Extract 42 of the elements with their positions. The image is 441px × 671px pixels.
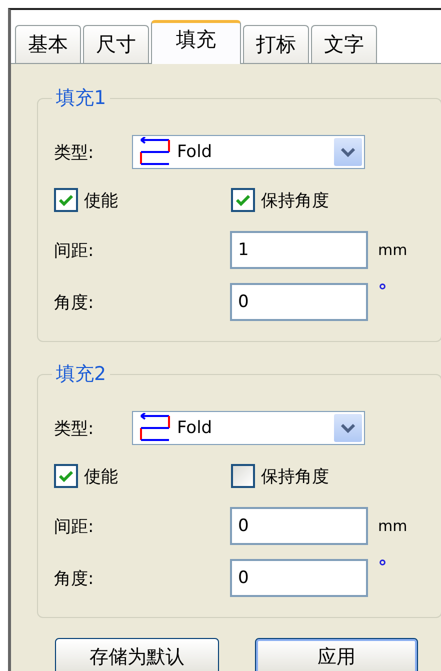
angle-input[interactable]: 0 xyxy=(230,283,368,321)
field-label: 角度: xyxy=(54,292,95,314)
checkbox[interactable] xyxy=(54,464,78,488)
apply-button[interactable]: 应用 xyxy=(255,638,418,671)
checkbox-label: 使能 xyxy=(84,466,118,488)
field-label: 类型: xyxy=(54,418,95,440)
check-icon xyxy=(59,470,73,482)
fill-type-dropdown[interactable]: Fold xyxy=(132,135,365,169)
unit-label: ° xyxy=(378,559,387,577)
dropdown-value: Fold xyxy=(177,142,214,162)
fold-pattern-icon xyxy=(139,137,171,167)
spacing-input[interactable]: 0 xyxy=(230,507,368,545)
unit-label: ° xyxy=(378,283,387,301)
tab[interactable]: 填充 xyxy=(151,20,241,64)
unit-label: mm xyxy=(378,517,408,535)
tab[interactable]: 打标 xyxy=(243,25,309,63)
checkbox[interactable] xyxy=(54,188,78,212)
checkbox-label: 保持角度 xyxy=(261,466,329,488)
check-icon xyxy=(236,194,250,206)
save-default-button[interactable]: 存储为默认 xyxy=(55,638,219,671)
chevron-down-icon xyxy=(341,424,355,432)
unit-label: mm xyxy=(378,241,408,259)
dropdown-arrow-button[interactable] xyxy=(334,414,362,442)
chevron-down-icon xyxy=(341,148,355,156)
fill-type-dropdown[interactable]: Fold xyxy=(132,411,365,445)
checkbox[interactable] xyxy=(231,464,255,488)
angle-input[interactable]: 0 xyxy=(230,559,368,597)
field-label: 角度: xyxy=(54,568,95,590)
field-label: 间距: xyxy=(54,240,95,262)
checkbox-label: 保持角度 xyxy=(261,190,329,212)
field-label: 间距: xyxy=(54,516,95,538)
fold-pattern-icon xyxy=(139,413,171,443)
checkbox[interactable] xyxy=(231,188,255,212)
checkbox-label: 使能 xyxy=(84,190,118,212)
dropdown-arrow-button[interactable] xyxy=(334,138,362,166)
tab[interactable]: 基本 xyxy=(15,25,81,63)
field-label: 类型: xyxy=(54,142,95,164)
dropdown-value: Fold xyxy=(177,418,214,438)
tab[interactable]: 尺寸 xyxy=(83,25,149,63)
check-icon xyxy=(59,194,73,206)
tab[interactable]: 文字 xyxy=(311,25,377,63)
spacing-input[interactable]: 1 xyxy=(230,231,368,269)
